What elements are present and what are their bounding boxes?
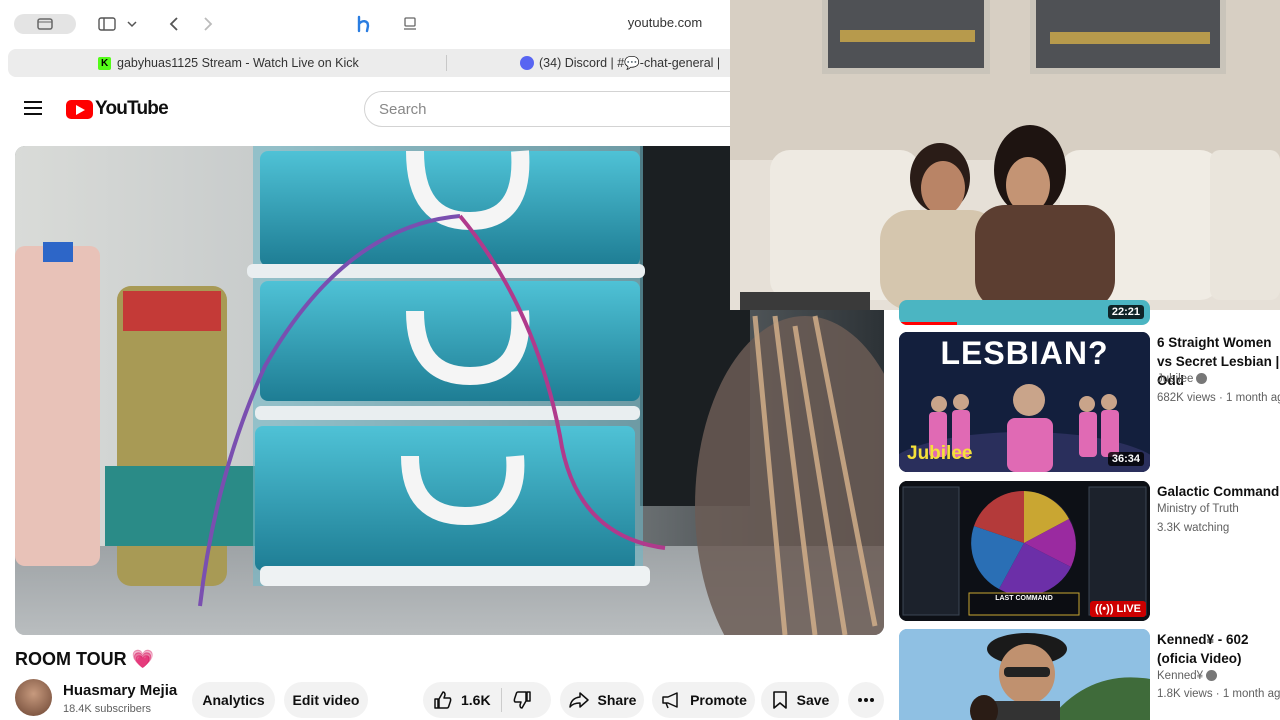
tab-overview-icon xyxy=(37,18,53,30)
honey-icon xyxy=(357,15,370,33)
analytics-button[interactable]: Analytics xyxy=(192,682,275,718)
video-duration: 36:34 xyxy=(1107,452,1144,466)
verified-icon xyxy=(1206,670,1218,682)
share-button[interactable]: Share xyxy=(560,682,644,718)
recommended-thumbnail[interactable]: LESBIAN? Jubilee 36:34 xyxy=(899,332,1150,472)
tab-kick[interactable]: K gabyhuas1125 Stream - Watch Live on Ki… xyxy=(98,49,438,77)
thumbnail-headline: LAST COMMAND xyxy=(995,595,1053,602)
tab-divider xyxy=(446,55,447,71)
search-input[interactable]: Search xyxy=(364,91,744,127)
edit-video-button[interactable]: Edit video xyxy=(284,682,368,718)
like-count: 1.6K xyxy=(461,692,491,708)
hamburger-icon xyxy=(24,101,42,103)
recommended-thumbnail[interactable] xyxy=(899,629,1150,720)
thumbs-down-icon xyxy=(513,691,531,709)
video-title: ROOM TOUR 💗 xyxy=(15,649,155,669)
recommended-title[interactable]: Kenned¥ - 602 (oficia Video) xyxy=(1157,630,1280,668)
channel-name-text: Kenned¥ xyxy=(1157,670,1204,682)
more-horizontal-icon xyxy=(858,698,874,702)
thumbs-up-icon xyxy=(434,691,452,709)
recommended-title[interactable]: Galactic Command xyxy=(1157,482,1280,501)
edit-video-label: Edit video xyxy=(292,692,360,708)
back-button[interactable] xyxy=(164,12,184,36)
sidebar-icon xyxy=(98,17,116,31)
video-duration: 22:21 xyxy=(1107,305,1144,319)
jubilee-brand-text: Jubilee xyxy=(907,443,973,464)
hamburger-icon-line xyxy=(24,113,42,115)
tab-discord[interactable]: (34) Discord | #💬-chat-general | xyxy=(520,49,735,77)
chevron-right-icon xyxy=(204,17,213,31)
recommended-channel[interactable]: Ministry of Truth xyxy=(1157,503,1239,515)
like-dislike-group: 1.6K xyxy=(423,682,551,718)
reader-icon xyxy=(404,17,416,30)
share-label: Share xyxy=(597,692,637,708)
promote-button[interactable]: Promote xyxy=(652,682,755,718)
subscriber-count: 18.4K subscribers xyxy=(63,703,152,715)
like-button[interactable]: 1.6K xyxy=(433,690,491,710)
youtube-play-icon xyxy=(66,99,93,119)
recommended-channel[interactable]: Jubilee xyxy=(1157,373,1208,385)
thumbnail-headline: LESBIAN? xyxy=(940,335,1109,371)
kick-icon: K xyxy=(98,56,111,70)
forward-button[interactable] xyxy=(198,12,218,36)
analytics-label: Analytics xyxy=(202,692,265,708)
recommended-meta: 1.8K views · 1 month ago xyxy=(1157,688,1280,700)
save-label: Save xyxy=(796,692,830,708)
sidebar-toggle-button[interactable] xyxy=(96,12,118,36)
webcam-frame xyxy=(730,0,1280,310)
sidebar-menu-chevron[interactable] xyxy=(124,12,140,36)
tab-label: (34) Discord | #💬-chat-general | xyxy=(539,55,721,70)
youtube-logo[interactable]: YouTube xyxy=(66,98,169,120)
hamburger-icon-line xyxy=(24,107,42,109)
save-button[interactable]: Save xyxy=(761,682,839,718)
recommended-meta: 682K views · 1 month ag xyxy=(1157,392,1280,404)
reader-button[interactable] xyxy=(400,12,420,36)
verified-icon xyxy=(1196,373,1208,385)
recommended-thumbnail[interactable]: LAST COMMAND ((•)) LIVE xyxy=(899,481,1150,621)
chevron-left-icon xyxy=(169,17,178,31)
tab-overview-button[interactable] xyxy=(14,14,76,34)
dislike-button[interactable] xyxy=(512,690,532,710)
promote-label: Promote xyxy=(690,692,747,708)
recommended-meta: 3.3K watching xyxy=(1157,522,1230,534)
thumbnail-image xyxy=(899,629,1150,720)
live-label: LIVE xyxy=(1116,603,1141,615)
honey-extension-button[interactable] xyxy=(352,12,376,36)
tab-label: gabyhuas1125 Stream - Watch Live on Kick xyxy=(117,56,359,70)
live-badge: ((•)) LIVE xyxy=(1089,601,1146,617)
more-actions-button[interactable] xyxy=(848,682,884,718)
channel-avatar[interactable] xyxy=(15,679,52,716)
megaphone-icon xyxy=(662,692,678,709)
channel-name[interactable]: Huasmary Mejia xyxy=(63,682,177,699)
like-divider xyxy=(500,688,502,712)
recommended-thumbnail-partial[interactable]: 22:21 xyxy=(899,300,1150,325)
discord-icon xyxy=(520,56,534,70)
webcam-overlay xyxy=(730,0,1280,310)
live-icon: ((•)) xyxy=(1094,603,1117,615)
watch-progress-bar xyxy=(899,322,957,325)
chevron-down-icon xyxy=(127,21,137,28)
channel-name-text: Jubilee xyxy=(1157,373,1194,385)
bookmark-icon xyxy=(772,691,787,709)
menu-button[interactable] xyxy=(24,101,42,117)
recommended-channel[interactable]: Kenned¥ xyxy=(1157,670,1218,682)
share-icon xyxy=(568,692,589,708)
logo-text: YouTube xyxy=(95,98,169,119)
